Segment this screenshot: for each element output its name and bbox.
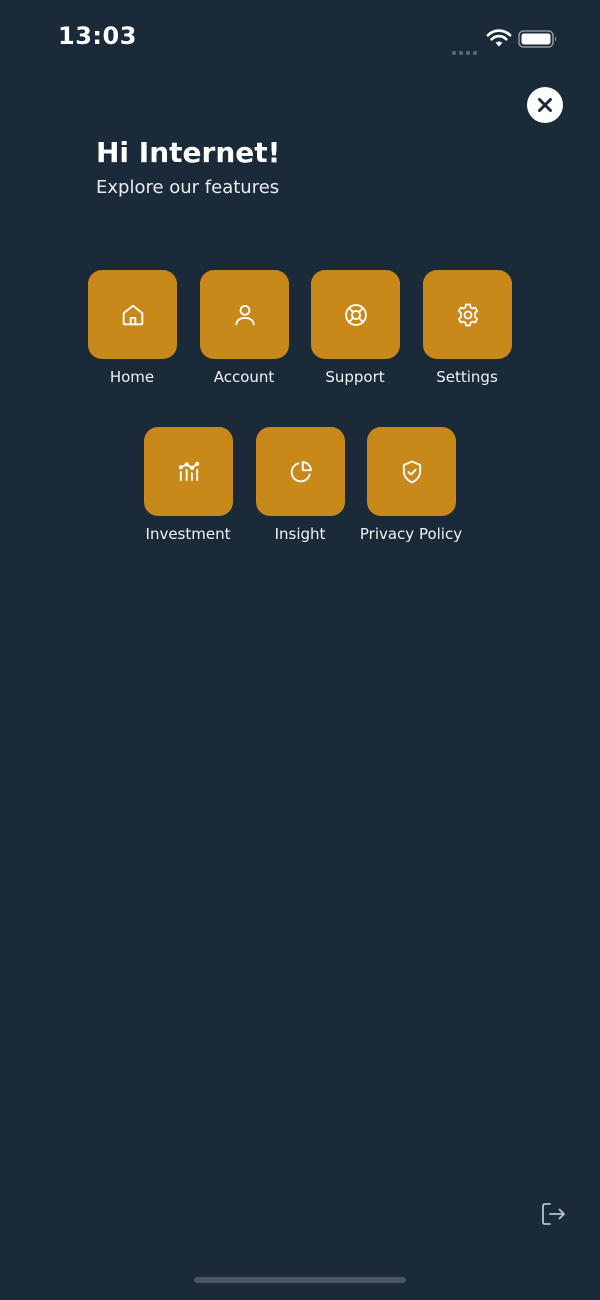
feature-tile[interactable] (200, 270, 289, 359)
feature-tile[interactable] (311, 270, 400, 359)
feature-tile[interactable] (367, 427, 456, 516)
logout-icon (542, 1203, 565, 1225)
gear-icon (457, 303, 478, 326)
user-icon (234, 304, 255, 325)
home-icon (122, 304, 143, 325)
feature-label: Privacy Policy (359, 525, 463, 543)
greeting-title: Hi Internet! (96, 136, 281, 169)
feature-tile[interactable] (256, 427, 345, 516)
status-time: 13:03 (58, 22, 137, 50)
logout-button[interactable] (538, 1199, 568, 1229)
feature-menu-screen: 13:03 Hi Internet! Explore our features (0, 0, 600, 1300)
status-bar: 13:03 (0, 0, 600, 80)
pie-chart-icon (290, 460, 312, 482)
feature-tile[interactable] (88, 270, 177, 359)
investment-chart-icon (178, 461, 199, 481)
feature-settings[interactable]: Settings (397, 270, 537, 400)
feature-tile[interactable] (144, 427, 233, 516)
greeting-subtitle: Explore our features (96, 177, 280, 198)
feature-label: Settings (436, 368, 498, 386)
wifi-icon (486, 29, 512, 47)
home-indicator[interactable] (194, 1277, 406, 1283)
shield-check-icon (402, 460, 421, 483)
battery-icon (518, 30, 557, 48)
cellular-signal-icon (452, 40, 482, 55)
close-icon (538, 98, 552, 112)
lifebuoy-icon (344, 303, 367, 326)
feature-privacy-policy[interactable]: Privacy Policy (341, 427, 481, 557)
feature-tile[interactable] (423, 270, 512, 359)
close-button[interactable] (527, 87, 563, 123)
status-icons (452, 26, 562, 55)
